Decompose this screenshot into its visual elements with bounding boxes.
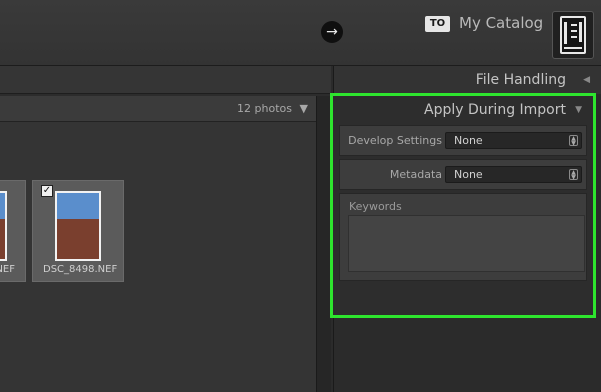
keywords-input[interactable] <box>348 215 585 272</box>
apply-during-import-title[interactable]: Apply During Import <box>424 102 566 118</box>
file-handling-header[interactable]: File Handling ◀ <box>334 66 601 94</box>
sort-menu-icon[interactable]: ▼ <box>300 102 308 115</box>
collapsed-triangle-icon[interactable]: ◀ <box>583 75 590 85</box>
photo-thumbnail[interactable] <box>0 191 7 261</box>
metadata-select[interactable]: None ▲ ▼ <box>445 166 582 183</box>
expanded-triangle-icon[interactable]: ▼ <box>575 105 582 115</box>
photo-cell[interactable]: ✓ DSC_8498.NEF <box>32 180 124 282</box>
metadata-row: Metadata None ▲ ▼ <box>339 159 587 190</box>
grid-header: 12 photos ▼ <box>0 96 316 122</box>
photo-grid: NEF ✓ DSC_8498.NEF <box>0 122 316 392</box>
file-handling-title[interactable]: File Handling <box>476 72 566 88</box>
chevron-updown-icon: ▲ ▼ <box>569 135 578 147</box>
photo-filename: DSC_8498.NEF <box>43 264 118 275</box>
chevron-updown-icon: ▲ ▼ <box>569 169 578 181</box>
develop-settings-select[interactable]: None ▲ ▼ <box>445 132 582 149</box>
metadata-value: None <box>454 168 483 181</box>
import-content-area: 12 photos ▼ NEF ✓ DSC_8498.NEF <box>0 66 331 392</box>
photo-checkbox[interactable]: ✓ <box>41 185 53 197</box>
photo-thumbnail[interactable] <box>55 191 101 261</box>
photo-cell[interactable]: NEF <box>0 180 26 282</box>
photo-count: 12 photos <box>237 102 292 115</box>
right-panel: File Handling ◀ Apply During Import ▼ De… <box>330 66 601 392</box>
develop-settings-row: Develop Settings None ▲ ▼ <box>339 125 587 156</box>
catalog-drive-icon[interactable] <box>552 11 594 59</box>
top-bar: → TO My Catalog <box>0 0 601 66</box>
grid-scrollbar[interactable] <box>316 96 331 392</box>
keywords-box: Keywords <box>339 193 587 281</box>
arrow-right-icon[interactable]: → <box>321 21 343 43</box>
apply-during-import-section: Apply During Import ▼ Develop Settings N… <box>330 93 596 318</box>
photo-filename: NEF <box>0 264 15 275</box>
catalog-name[interactable]: My Catalog <box>459 14 543 32</box>
develop-settings-label: Develop Settings <box>348 134 442 147</box>
develop-settings-value: None <box>454 134 483 147</box>
to-badge: TO <box>425 16 450 32</box>
content-toolbar <box>0 66 331 94</box>
keywords-label: Keywords <box>349 200 402 213</box>
metadata-label: Metadata <box>389 168 442 181</box>
